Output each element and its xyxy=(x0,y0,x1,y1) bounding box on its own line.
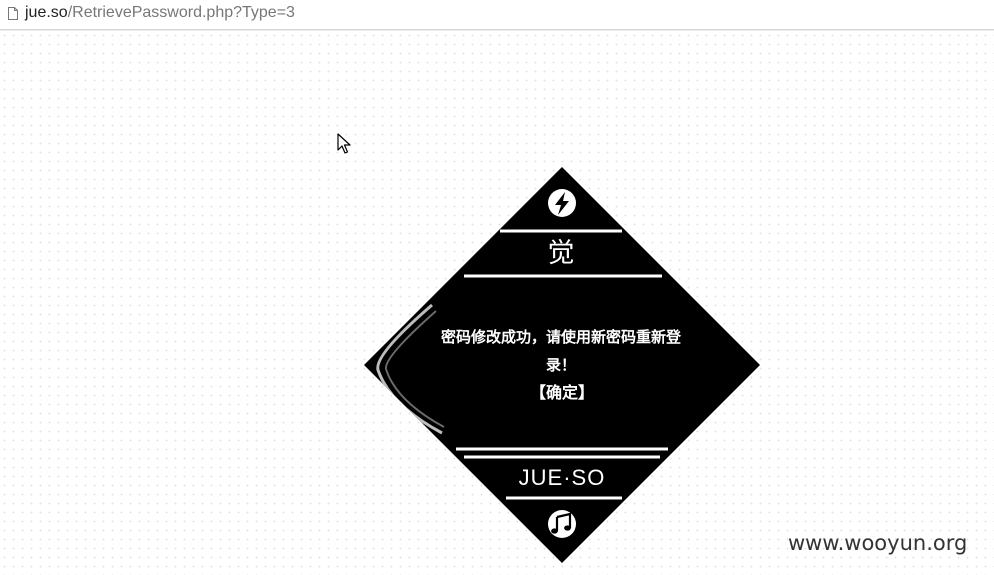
success-message: 密码修改成功，请使用新密码重新登录！ xyxy=(440,328,681,374)
watermark-text: www.wooyun.org xyxy=(788,531,968,555)
document-icon xyxy=(8,7,18,20)
url-host: jue.so xyxy=(25,4,68,21)
mouse-cursor-icon xyxy=(337,133,351,154)
url-path: /RetrievePassword.php?Type=3 xyxy=(67,4,295,21)
screenshot-root: jue.so/RetrievePassword.php?Type=3 觉 密码修… xyxy=(0,0,994,575)
lightning-icon xyxy=(548,189,576,217)
url-text[interactable]: jue.so/RetrievePassword.php?Type=3 xyxy=(25,4,295,22)
brand-logo-text: JUE·SO xyxy=(518,465,606,490)
logo-character: 觉 xyxy=(547,238,575,269)
confirm-button[interactable]: 【确定】 xyxy=(510,380,614,406)
browser-address-bar[interactable]: jue.so/RetrievePassword.php?Type=3 xyxy=(0,0,994,30)
music-note-icon xyxy=(548,510,576,538)
